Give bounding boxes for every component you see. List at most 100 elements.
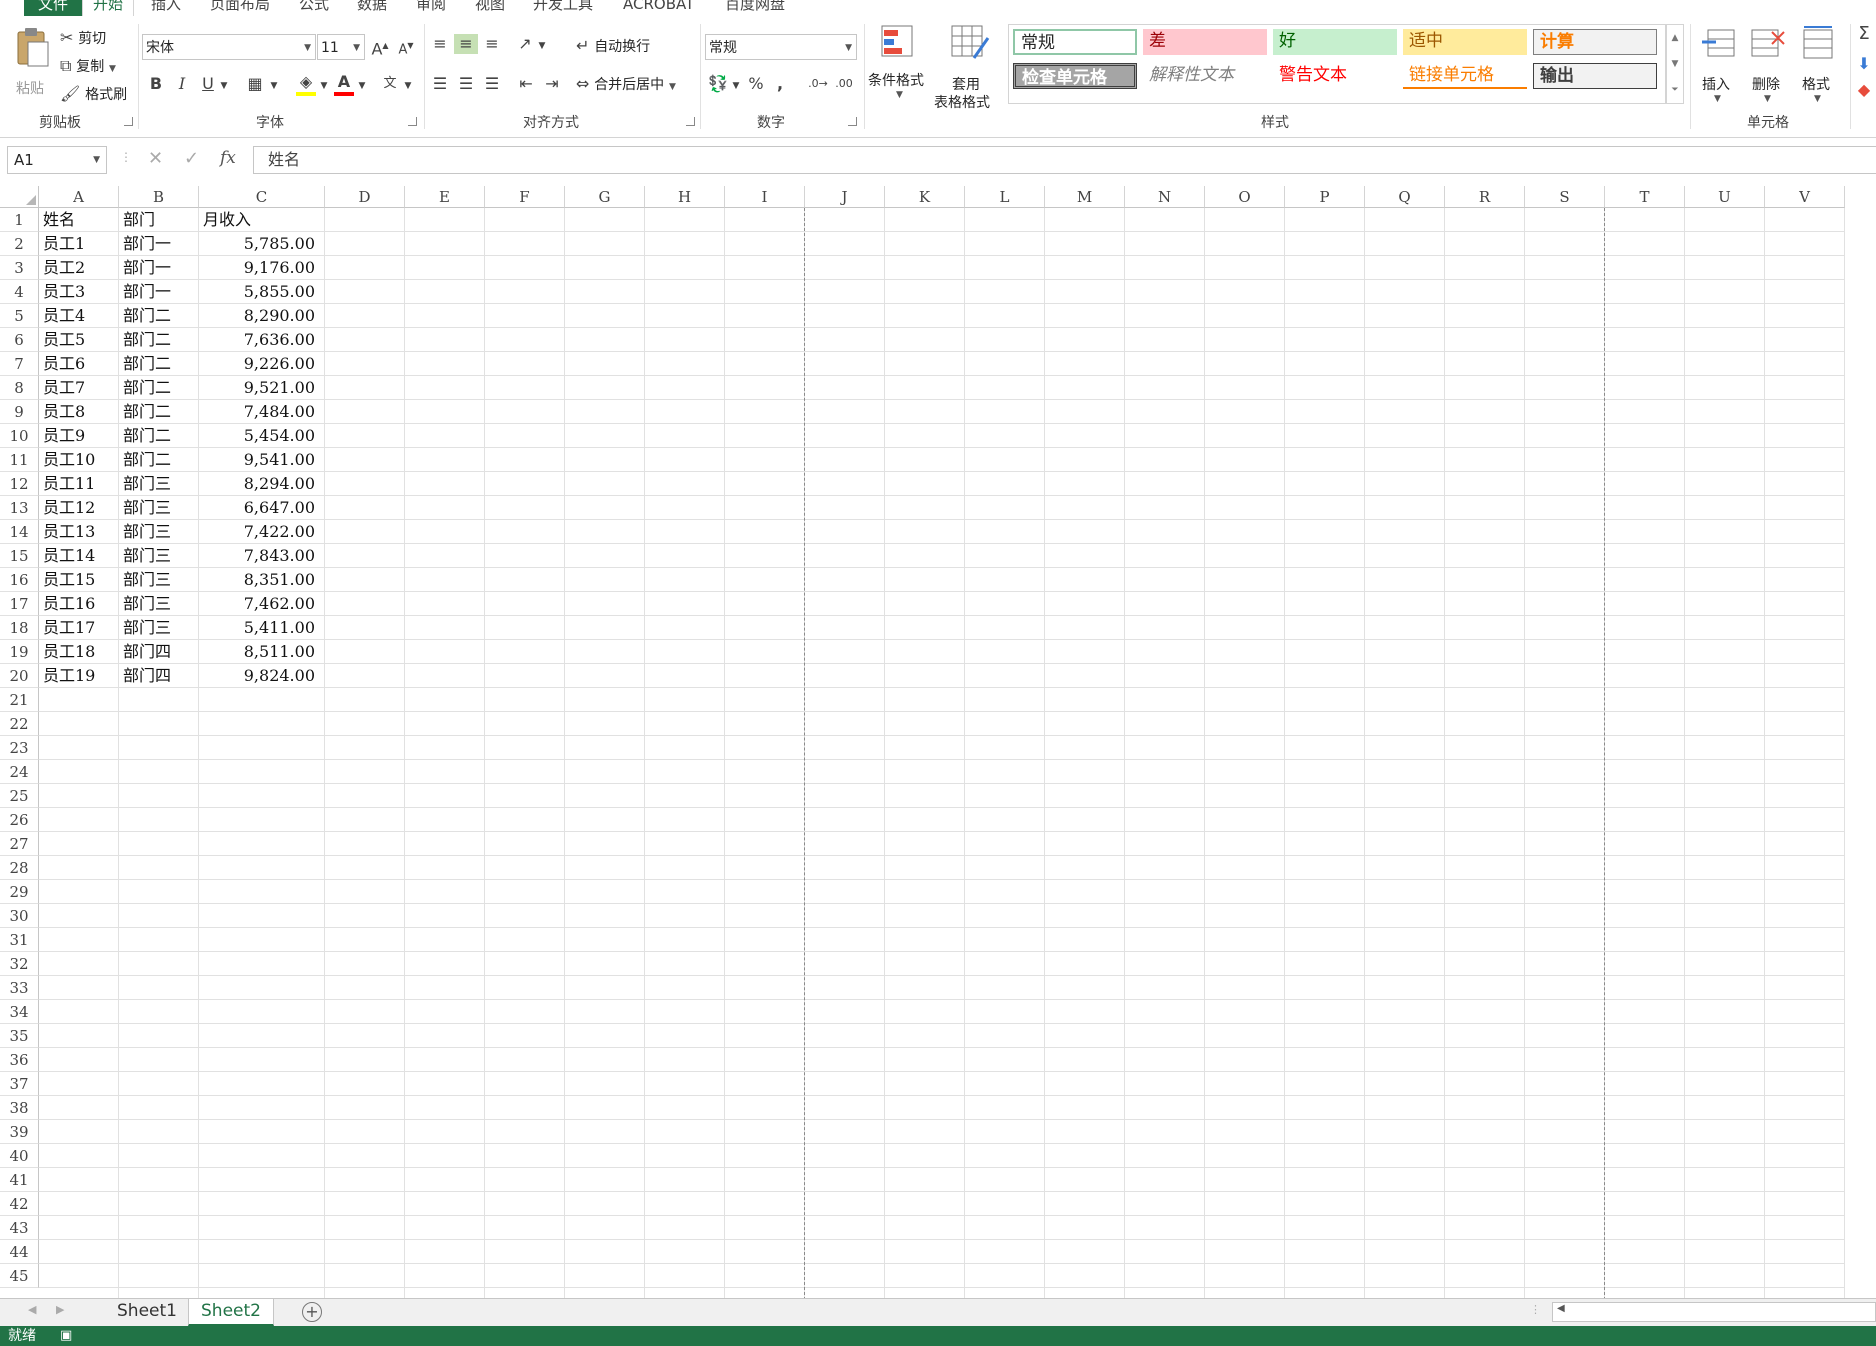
chevron-down-icon[interactable]: ▼ <box>730 76 742 96</box>
row-header[interactable]: 36 <box>0 1048 39 1072</box>
font-color-button[interactable]: A <box>332 72 356 98</box>
row-header[interactable]: 18 <box>0 616 39 640</box>
table-cell[interactable]: 7,636.00 <box>199 328 315 352</box>
column-header[interactable]: M <box>1045 186 1125 208</box>
cancel-icon[interactable]: ✕ <box>148 148 163 169</box>
style-good[interactable]: 好 <box>1273 29 1397 55</box>
cut-button[interactable]: ✂ 剪切 <box>60 28 106 48</box>
table-cell[interactable]: 员工17 <box>43 616 95 640</box>
table-cell[interactable]: 部门三 <box>123 568 171 592</box>
style-output[interactable]: 输出 <box>1533 63 1657 89</box>
row-header[interactable]: 2 <box>0 232 39 256</box>
table-cell[interactable]: 8,351.00 <box>199 568 315 592</box>
scroll-left-icon[interactable]: ◀ <box>1557 1303 1565 1314</box>
row-header[interactable]: 12 <box>0 472 39 496</box>
table-cell[interactable]: 部门三 <box>123 544 171 568</box>
clear-icon[interactable]: ◆ <box>1854 80 1874 100</box>
table-cell[interactable]: 部门二 <box>123 328 171 352</box>
table-cell[interactable]: 5,454.00 <box>199 424 315 448</box>
paste-button[interactable]: 粘贴 <box>10 26 54 100</box>
shrink-font-button[interactable]: A▼ <box>396 36 416 60</box>
table-cell[interactable]: 9,541.00 <box>199 448 315 472</box>
chevron-down-icon[interactable]: ▼ <box>268 76 280 96</box>
underline-button[interactable]: U <box>198 74 218 94</box>
table-cell[interactable]: 8,511.00 <box>199 640 315 664</box>
font-size-combo[interactable]: 11 ▼ <box>317 34 365 60</box>
table-cell[interactable]: 部门 <box>123 208 155 232</box>
add-sheet-icon[interactable]: + <box>302 1302 322 1322</box>
worksheet-grid[interactable]: A B C D E F G H I J K L M N O P Q R S T U V 1 2 3 4 5 6 7 8 9 10 11 12 13 1… <box>0 186 1876 1298</box>
sheet-tab-sheet1[interactable]: Sheet1 <box>105 1299 189 1324</box>
table-cell[interactable]: 员工2 <box>43 256 85 280</box>
row-header[interactable]: 23 <box>0 736 39 760</box>
percent-button[interactable]: % <box>746 74 766 94</box>
table-cell[interactable]: 部门三 <box>123 472 171 496</box>
fill-color-button[interactable]: ◈ <box>294 72 318 98</box>
table-cell[interactable]: 部门二 <box>123 400 171 424</box>
style-normal[interactable]: 常规 <box>1013 29 1137 55</box>
phonetic-button[interactable]: 文 <box>380 74 400 94</box>
row-header[interactable]: 39 <box>0 1120 39 1144</box>
row-header[interactable]: 10 <box>0 424 39 448</box>
table-cell[interactable]: 部门三 <box>123 616 171 640</box>
align-top-icon[interactable]: ≡ <box>428 34 452 54</box>
conditional-format-button[interactable]: 条件格式 ▼ <box>868 24 928 104</box>
row-header[interactable]: 41 <box>0 1168 39 1192</box>
row-header[interactable]: 42 <box>0 1192 39 1216</box>
tab-home[interactable]: 开始 <box>82 0 135 16</box>
orientation-icon[interactable]: ↗ <box>514 34 536 54</box>
table-cell[interactable]: 部门四 <box>123 640 171 664</box>
font-launcher-icon[interactable] <box>408 117 417 126</box>
table-cell[interactable]: 部门一 <box>123 280 171 304</box>
formula-input[interactable]: 姓名 <box>253 146 1876 174</box>
row-header[interactable]: 45 <box>0 1264 39 1288</box>
increase-indent-icon[interactable]: ⇥ <box>540 74 564 94</box>
row-header[interactable]: 30 <box>0 904 39 928</box>
format-painter-button[interactable]: 🖌 格式刷 <box>60 84 127 104</box>
style-warning[interactable]: 警告文本 <box>1273 63 1397 89</box>
table-cell[interactable]: 8,290.00 <box>199 304 315 328</box>
tab-page-layout[interactable]: 页面布局 <box>210 0 270 16</box>
row-header[interactable]: 9 <box>0 400 39 424</box>
align-right-icon[interactable]: ☰ <box>480 74 504 94</box>
column-header[interactable]: S <box>1525 186 1605 208</box>
table-cell[interactable]: 员工5 <box>43 328 85 352</box>
column-header[interactable]: E <box>405 186 485 208</box>
table-cell[interactable]: 5,411.00 <box>199 616 315 640</box>
table-cell[interactable]: 8,294.00 <box>199 472 315 496</box>
tab-formulas[interactable]: 公式 <box>299 0 329 16</box>
row-header[interactable]: 1 <box>0 208 39 232</box>
table-cell[interactable]: 姓名 <box>43 208 75 232</box>
row-header[interactable]: 38 <box>0 1096 39 1120</box>
style-bad[interactable]: 差 <box>1143 29 1267 55</box>
format-as-table-button[interactable]: 套用 表格格式 <box>934 24 1006 111</box>
scroll-down-icon[interactable]: ▼ <box>1667 51 1683 77</box>
column-header[interactable]: I <box>725 186 805 208</box>
row-header[interactable]: 22 <box>0 712 39 736</box>
table-cell[interactable]: 9,226.00 <box>199 352 315 376</box>
table-cell[interactable]: 9,824.00 <box>199 664 315 688</box>
align-left-icon[interactable]: ☰ <box>428 74 452 94</box>
column-header[interactable]: B <box>119 186 199 208</box>
table-cell[interactable]: 员工19 <box>43 664 95 688</box>
enter-icon[interactable]: ✓ <box>184 148 199 169</box>
expand-gallery-icon[interactable]: ⏷ <box>1667 77 1683 103</box>
table-cell[interactable]: 5,855.00 <box>199 280 315 304</box>
table-cell[interactable]: 员工14 <box>43 544 95 568</box>
tab-review[interactable]: 审阅 <box>416 0 446 16</box>
row-header[interactable]: 6 <box>0 328 39 352</box>
table-cell[interactable]: 7,843.00 <box>199 544 315 568</box>
increase-decimal-icon[interactable]: .0→ <box>806 74 830 94</box>
table-cell[interactable]: 员工16 <box>43 592 95 616</box>
column-header[interactable]: J <box>805 186 885 208</box>
insert-function-icon[interactable]: fx <box>220 148 236 168</box>
scroll-left-icon[interactable]: ◀ <box>28 1303 36 1316</box>
style-explanatory[interactable]: 解释性文本 <box>1143 63 1267 89</box>
column-header[interactable]: P <box>1285 186 1365 208</box>
merge-center-button[interactable]: ⇔ 合并后居中 ▼ <box>576 74 676 94</box>
column-header[interactable]: F <box>485 186 565 208</box>
column-header[interactable]: Q <box>1365 186 1445 208</box>
grow-font-button[interactable]: A▲ <box>370 36 390 59</box>
row-header[interactable]: 7 <box>0 352 39 376</box>
autosum-icon[interactable]: Σ <box>1854 24 1874 44</box>
